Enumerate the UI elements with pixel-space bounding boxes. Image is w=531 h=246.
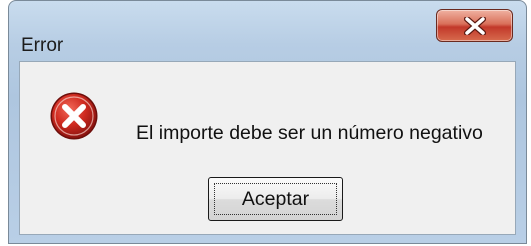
error-dialog: Error El importe debe ser un número nega… bbox=[8, 0, 527, 244]
window-title: Error bbox=[21, 35, 64, 56]
error-icon bbox=[50, 92, 98, 140]
title-bar[interactable]: Error bbox=[9, 1, 526, 59]
accept-button-label: Aceptar bbox=[241, 188, 310, 210]
dialog-body: El importe debe ser un número negativo A… bbox=[19, 61, 516, 235]
close-button[interactable] bbox=[436, 9, 513, 42]
accept-button[interactable]: Aceptar bbox=[208, 177, 343, 221]
error-message: El importe debe ser un número negativo bbox=[136, 122, 483, 144]
close-x-icon bbox=[463, 16, 486, 35]
